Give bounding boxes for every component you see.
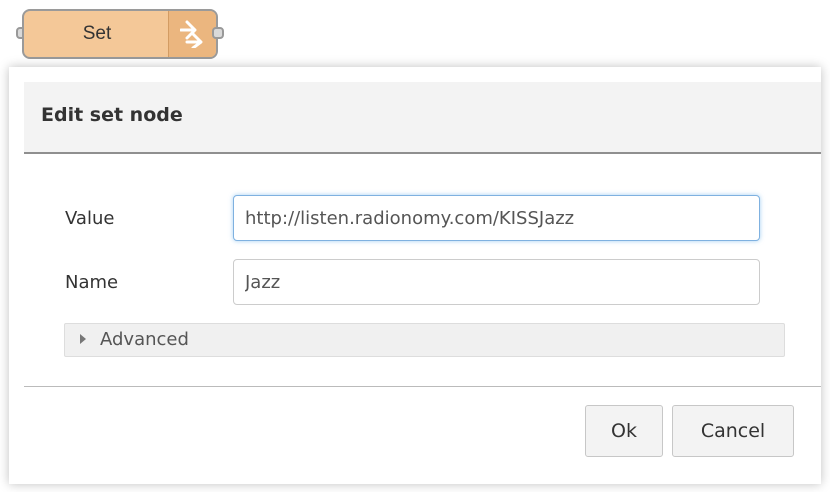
advanced-label: Advanced — [100, 329, 189, 350]
cancel-button[interactable]: Cancel — [672, 405, 794, 457]
edit-dialog: Edit set node Value Name Advanced Ok Can… — [9, 67, 821, 484]
name-input[interactable] — [233, 259, 760, 305]
caret-right-icon — [80, 334, 86, 344]
value-label: Value — [65, 208, 115, 229]
dialog-body: Value Name Advanced — [24, 154, 821, 386]
node-label: Set — [82, 23, 112, 44]
ok-button[interactable]: Ok — [585, 405, 663, 457]
advanced-section-toggle[interactable]: Advanced — [64, 323, 785, 357]
node-output-port[interactable] — [212, 27, 224, 39]
dialog-title: Edit set node — [41, 104, 183, 126]
arrow-in-out-icon — [180, 20, 203, 48]
set-node[interactable]: Set — [22, 9, 218, 59]
value-input[interactable] — [233, 195, 760, 241]
name-label: Name — [65, 272, 119, 293]
node-icon-area — [168, 11, 216, 57]
dialog-header: Edit set node — [24, 82, 821, 154]
dialog-footer: Ok Cancel — [24, 386, 821, 484]
